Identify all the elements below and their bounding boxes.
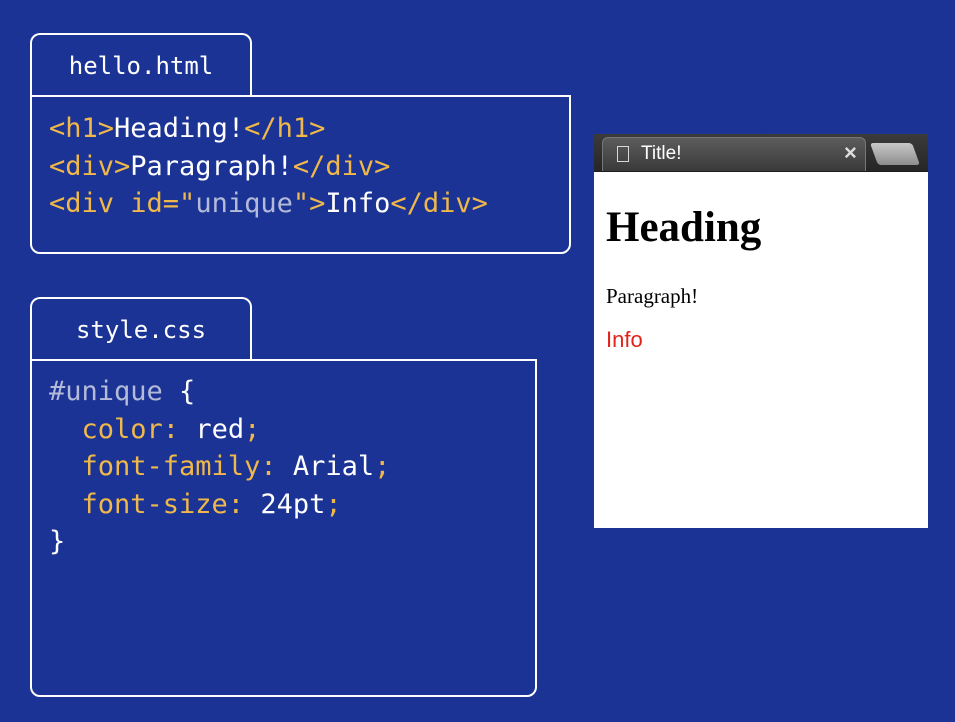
code-token: Info xyxy=(325,188,391,219)
code-token: <div id=" xyxy=(49,188,196,219)
code-token: Heading! xyxy=(114,113,245,144)
css-file-tab[interactable]: style.css xyxy=(30,297,252,361)
code-token: </div> xyxy=(390,188,488,219)
code-token: font-family: xyxy=(49,451,293,482)
code-token: ; xyxy=(325,488,342,520)
code-line: color: red; xyxy=(49,411,390,449)
code-token: unique xyxy=(195,188,293,219)
code-line: } xyxy=(49,523,390,561)
code-token: Paragraph! xyxy=(130,150,293,182)
page-paragraph: Paragraph! xyxy=(606,284,699,308)
browser-window: Title! × Heading Paragraph! Info xyxy=(594,134,928,528)
code-token: </h1> xyxy=(244,113,326,144)
new-tab-icon[interactable] xyxy=(869,143,921,165)
code-token: color: xyxy=(49,413,196,445)
code-line: font-size: 24pt; xyxy=(49,486,390,524)
close-icon[interactable]: × xyxy=(844,140,857,166)
css-file-tab-label: style.css xyxy=(75,316,207,344)
code-token: red xyxy=(195,413,245,445)
code-token: #unique xyxy=(49,376,180,407)
browser-titlebar: Title! × xyxy=(594,134,928,172)
code-token: { xyxy=(179,376,196,407)
code-line: <div id="unique">Info</div> xyxy=(49,185,488,223)
browser-tab-title: Title! xyxy=(641,143,682,164)
html-code-block: <h1>Heading!</h1> <div>Paragraph!</div> <d… xyxy=(49,110,488,223)
code-token: ; xyxy=(374,451,391,482)
html-file-tab[interactable]: hello.html xyxy=(30,33,252,97)
code-token: <h1> xyxy=(49,113,115,144)
code-line: font-family: Arial; xyxy=(49,448,391,486)
code-line: <h1>Heading!</h1> xyxy=(49,110,488,148)
code-token: Arial xyxy=(292,451,375,482)
code-token: font-size: xyxy=(49,488,261,520)
code-token: ; xyxy=(244,413,261,445)
code-token: "> xyxy=(292,188,326,219)
code-token: 24pt xyxy=(260,488,326,520)
code-line: <div>Paragraph!</div> xyxy=(49,148,488,186)
code-token: <div> xyxy=(49,150,131,182)
css-code-block: #unique { color: red; font-family: Arial… xyxy=(49,373,390,561)
code-token: } xyxy=(49,526,66,557)
code-token: </div> xyxy=(292,150,391,182)
document-icon xyxy=(617,146,629,162)
page-info-text: Info xyxy=(606,327,643,352)
page-heading: Heading xyxy=(606,204,762,251)
html-file-tab-label: hello.html xyxy=(68,52,214,80)
browser-tab[interactable]: Title! × xyxy=(602,137,866,171)
code-line: #unique { xyxy=(49,373,390,411)
